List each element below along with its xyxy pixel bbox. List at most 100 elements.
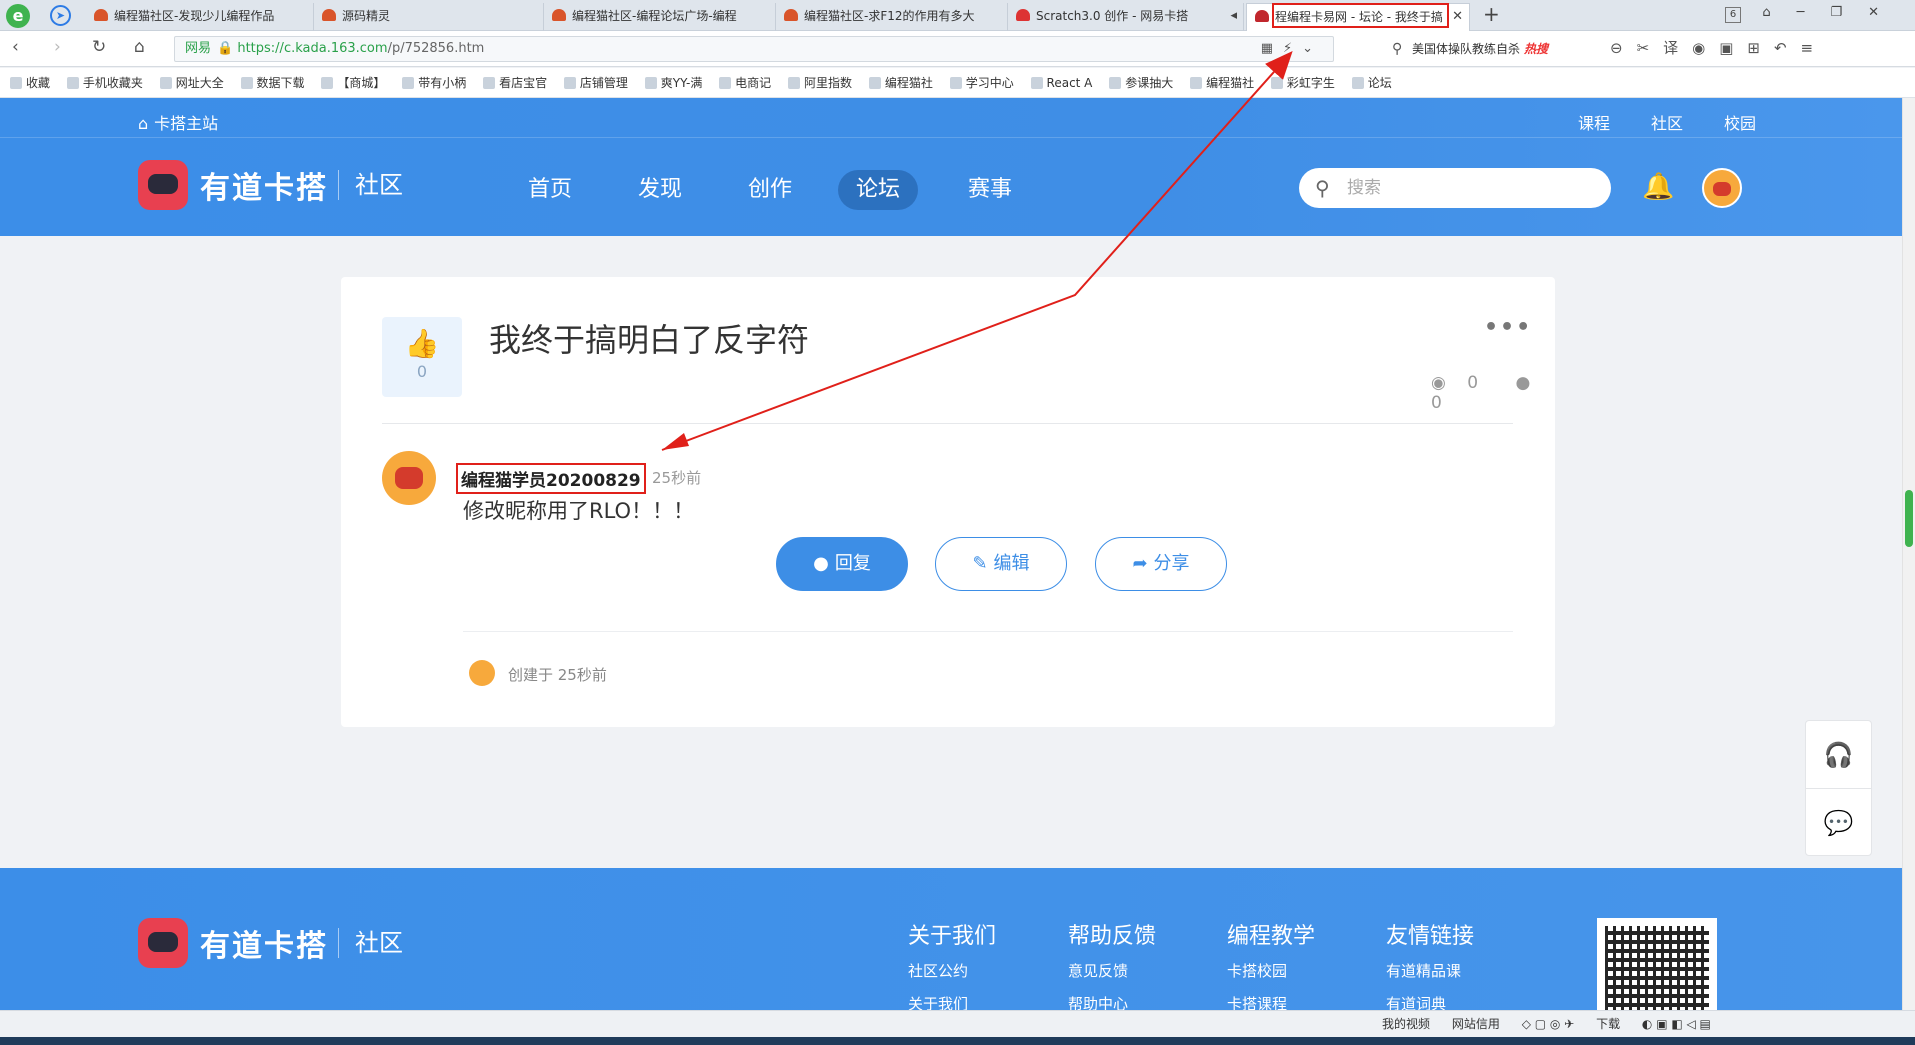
status-site-credit[interactable]: 网站信用 [1452, 1017, 1500, 1031]
extension-icons[interactable]: ⊖✂译◉▣⊞↶≡ [1610, 37, 1827, 58]
browser-tab[interactable]: 编程猫社区-求F12的作用有多大 [776, 3, 1008, 31]
footer-link[interactable]: 帮助中心 [1068, 993, 1156, 1010]
footer-link[interactable]: 社区公约 [908, 960, 996, 981]
top-link-bar: ⌂ 卡搭主站 课程 社区 校园 [0, 98, 1902, 138]
thumbs-up-icon: 👍 [404, 327, 440, 360]
creator-avatar [469, 660, 495, 686]
bookmark-item[interactable]: 手机收藏夹 [67, 68, 143, 97]
top-link-community[interactable]: 社区 [1651, 110, 1683, 134]
browser-tab[interactable]: 源码精灵 [314, 3, 544, 31]
scrollbar-thumb[interactable] [1905, 490, 1913, 547]
nav-create[interactable]: 创作 [730, 170, 810, 210]
window-controls[interactable]: ⌂─❐✕ [1762, 5, 1905, 20]
url-host: https://c.kada.163.com [237, 41, 388, 56]
browser-tab[interactable]: 编程猫社区-编程论坛广场-编程 [544, 3, 776, 31]
bookmark-item[interactable]: 参课抽大 [1109, 68, 1173, 97]
forward-icon[interactable]: › [54, 37, 61, 57]
bell-icon[interactable]: 🔔 [1642, 172, 1674, 202]
more-options-icon[interactable]: ••• [1484, 315, 1532, 340]
site-favicon-icon [784, 9, 798, 21]
site-favicon-icon [1255, 10, 1269, 22]
bookmark-item[interactable]: 收藏 [10, 68, 50, 97]
bookmark-item[interactable]: 网址大全 [160, 68, 224, 97]
footer-link[interactable]: 卡搭校园 [1227, 960, 1315, 981]
url-bar[interactable]: 网易 🔒 https://c.kada.163.com/p/752856.htm … [174, 36, 1334, 62]
reply-button[interactable]: ● 回复 [776, 537, 908, 591]
bookmark-item[interactable]: 阿里指数 [788, 68, 852, 97]
home-icon: ⌂ [138, 114, 149, 133]
new-tab-button[interactable]: + [1483, 2, 1500, 26]
author-name[interactable]: 编程猫学员20200829 [456, 463, 646, 494]
bookmark-item[interactable]: 学习中心 [950, 68, 1014, 97]
bookmark-item[interactable]: 论坛 [1352, 68, 1392, 97]
bookmark-item[interactable]: React A [1031, 68, 1093, 97]
user-avatar[interactable] [1702, 168, 1742, 208]
status-icons[interactable]: ◇ ▢ ◎ ✈ [1522, 1017, 1575, 1031]
site-footer: 有道卡搭 社区 关于我们 社区公约 关于我们 帮助反馈 意见反馈 帮助中心 编程教… [0, 868, 1902, 1010]
back-icon[interactable]: ‹ [12, 37, 19, 57]
nav-home[interactable]: 首页 [510, 170, 590, 210]
wechat-icon[interactable]: 💬 [1806, 789, 1871, 857]
tab-close-icon[interactable]: ✕ [1452, 4, 1463, 30]
footer-link[interactable]: 有道精品课 [1386, 960, 1474, 981]
share-button[interactable]: ➦ 分享 [1095, 537, 1227, 591]
status-tools-icons[interactable]: ◐ ▣ ◧ ◁ ▤ [1642, 1017, 1711, 1031]
qr-code [1597, 918, 1717, 1010]
status-download[interactable]: 下载 [1596, 1017, 1620, 1031]
bookmark-item[interactable]: 看店宝官 [483, 68, 547, 97]
browser-logo-icon[interactable]: e [6, 4, 30, 28]
nav-discover[interactable]: 发现 [620, 170, 700, 210]
bookmark-item[interactable]: 电商记 [719, 68, 771, 97]
tab-mute-icon[interactable]: ◂ [1230, 3, 1237, 29]
share-icon: ➦ [1132, 553, 1148, 574]
security-badge: 网易 [185, 41, 212, 56]
footer-link[interactable]: 有道词典 [1386, 993, 1474, 1010]
status-video[interactable]: 我的视频 [1382, 1017, 1430, 1031]
page-scrollbar[interactable] [1902, 98, 1915, 1010]
top-link-courses[interactable]: 课程 [1578, 110, 1610, 134]
footer-column-title: 友情链接 [1386, 924, 1475, 949]
footer-link[interactable]: 意见反馈 [1068, 960, 1156, 981]
bookmark-item[interactable]: 编程猫社 [869, 68, 933, 97]
home-icon[interactable]: ⌂ [134, 37, 145, 57]
post-card: 👍 0 我终于搞明白了反字符 ••• ◉ 0 ● 0 编程猫学员20200829… [341, 277, 1555, 727]
top-link-campus[interactable]: 校园 [1724, 110, 1756, 134]
web-page: ⌂ 卡搭主站 课程 社区 校园 有道卡搭 社区 首页 发现 创作 论坛 赛事 ⚲ 搜索… [0, 98, 1902, 1010]
chat-bubble-icon: ● [813, 553, 829, 574]
site-favicon-icon [322, 9, 336, 21]
home-link[interactable]: ⌂ 卡搭主站 [138, 110, 218, 134]
bookmark-item[interactable]: 带有小柄 [402, 68, 466, 97]
bookmark-item[interactable]: 店铺管理 [564, 68, 628, 97]
footer-column: 帮助反馈 意见反馈 帮助中心 [1068, 918, 1156, 1010]
post-stats: ◉ 0 ● 0 [1431, 373, 1555, 413]
footer-link[interactable]: 卡搭课程 [1227, 993, 1315, 1010]
bookmark-item[interactable]: 数据下载 [241, 68, 305, 97]
nav-forum[interactable]: 论坛 [838, 170, 919, 210]
footer-column: 友情链接 有道精品课 有道词典 [1386, 918, 1474, 1010]
browser-search-box[interactable]: ⚲ 美国体操队教练自杀 热搜 [1384, 36, 1580, 62]
browser-tab-strip: e ➤ 编程猫社区-发现少儿编程作品 源码精灵 编程猫社区-编程论坛广场-编程 … [0, 0, 1915, 31]
site-search-input[interactable]: ⚲ 搜索 [1299, 168, 1611, 208]
bookmark-item[interactable]: 编程猫社 [1190, 68, 1254, 97]
author-avatar[interactable] [382, 451, 436, 505]
edit-button[interactable]: ✎ 编辑 [935, 537, 1067, 591]
browser-tab[interactable]: 编程猫社区-发现少儿编程作品 [86, 3, 314, 31]
bookmark-item[interactable]: 爽YY-满 [645, 68, 703, 97]
footer-link[interactable]: 关于我们 [908, 993, 996, 1010]
browser-tab[interactable]: Scratch3.0 创作 - 网易卡搭 ◂ [1008, 3, 1244, 31]
site-favicon-icon [1016, 9, 1030, 21]
headset-support-icon[interactable]: 🎧 [1806, 721, 1871, 789]
url-bar-actions[interactable]: ▦⚡⌄ [1261, 37, 1323, 61]
bookmark-item[interactable]: 彩虹字生 [1271, 68, 1335, 97]
footer-logo[interactable]: 有道卡搭 社区 [138, 918, 403, 968]
bookmark-item[interactable]: 【商城】 [321, 68, 385, 97]
like-button[interactable]: 👍 0 [382, 317, 462, 397]
site-favicon-icon [94, 9, 108, 21]
refresh-icon[interactable]: ↻ [92, 37, 106, 57]
view-count: 0 [1467, 373, 1479, 393]
site-logo[interactable]: 有道卡搭 社区 [138, 160, 403, 212]
navigation-icon[interactable]: ➤ [50, 5, 71, 26]
nav-events[interactable]: 赛事 [950, 170, 1030, 210]
site-header: ⌂ 卡搭主站 课程 社区 校园 有道卡搭 社区 首页 发现 创作 论坛 赛事 ⚲ 搜索… [0, 98, 1902, 236]
tab-count-badge[interactable]: 6 [1725, 7, 1741, 23]
